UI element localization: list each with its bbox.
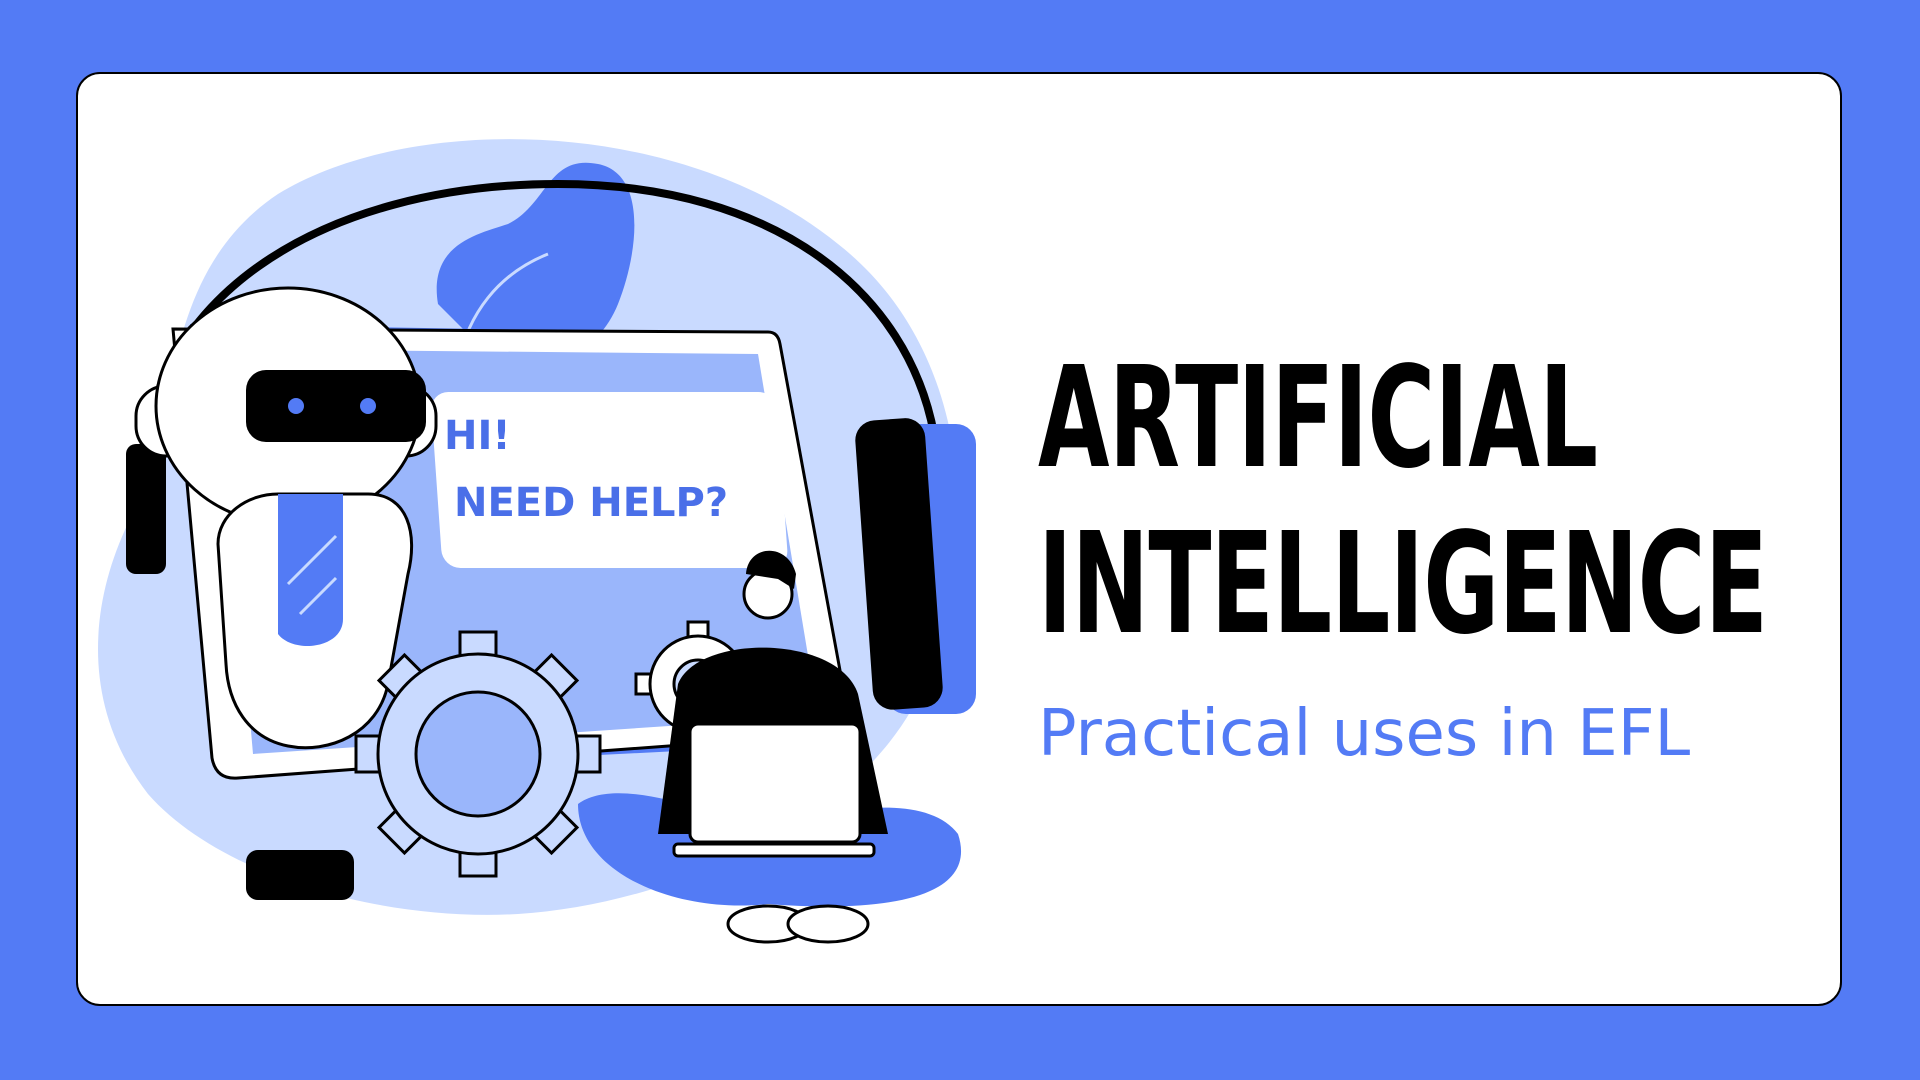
- title-line-1: ARTIFICIAL: [1038, 337, 1598, 500]
- title-line-2: INTELLIGENCE: [1038, 503, 1768, 666]
- title-block: ARTIFICIAL INTELLIGENCE Practical uses i…: [1038, 336, 1828, 774]
- ai-illustration: HI! NEED HELP?: [98, 139, 976, 944]
- slide-card: HI! NEED HELP? ARTIFICIAL INTELLIGENCE P…: [76, 72, 1842, 1006]
- chat-bubble-line-1: HI!: [444, 413, 511, 459]
- gear-icon: [354, 630, 602, 878]
- subtitle: Practical uses in EFL: [1038, 697, 1691, 771]
- chat-bubble-line-2: NEED HELP?: [454, 480, 728, 526]
